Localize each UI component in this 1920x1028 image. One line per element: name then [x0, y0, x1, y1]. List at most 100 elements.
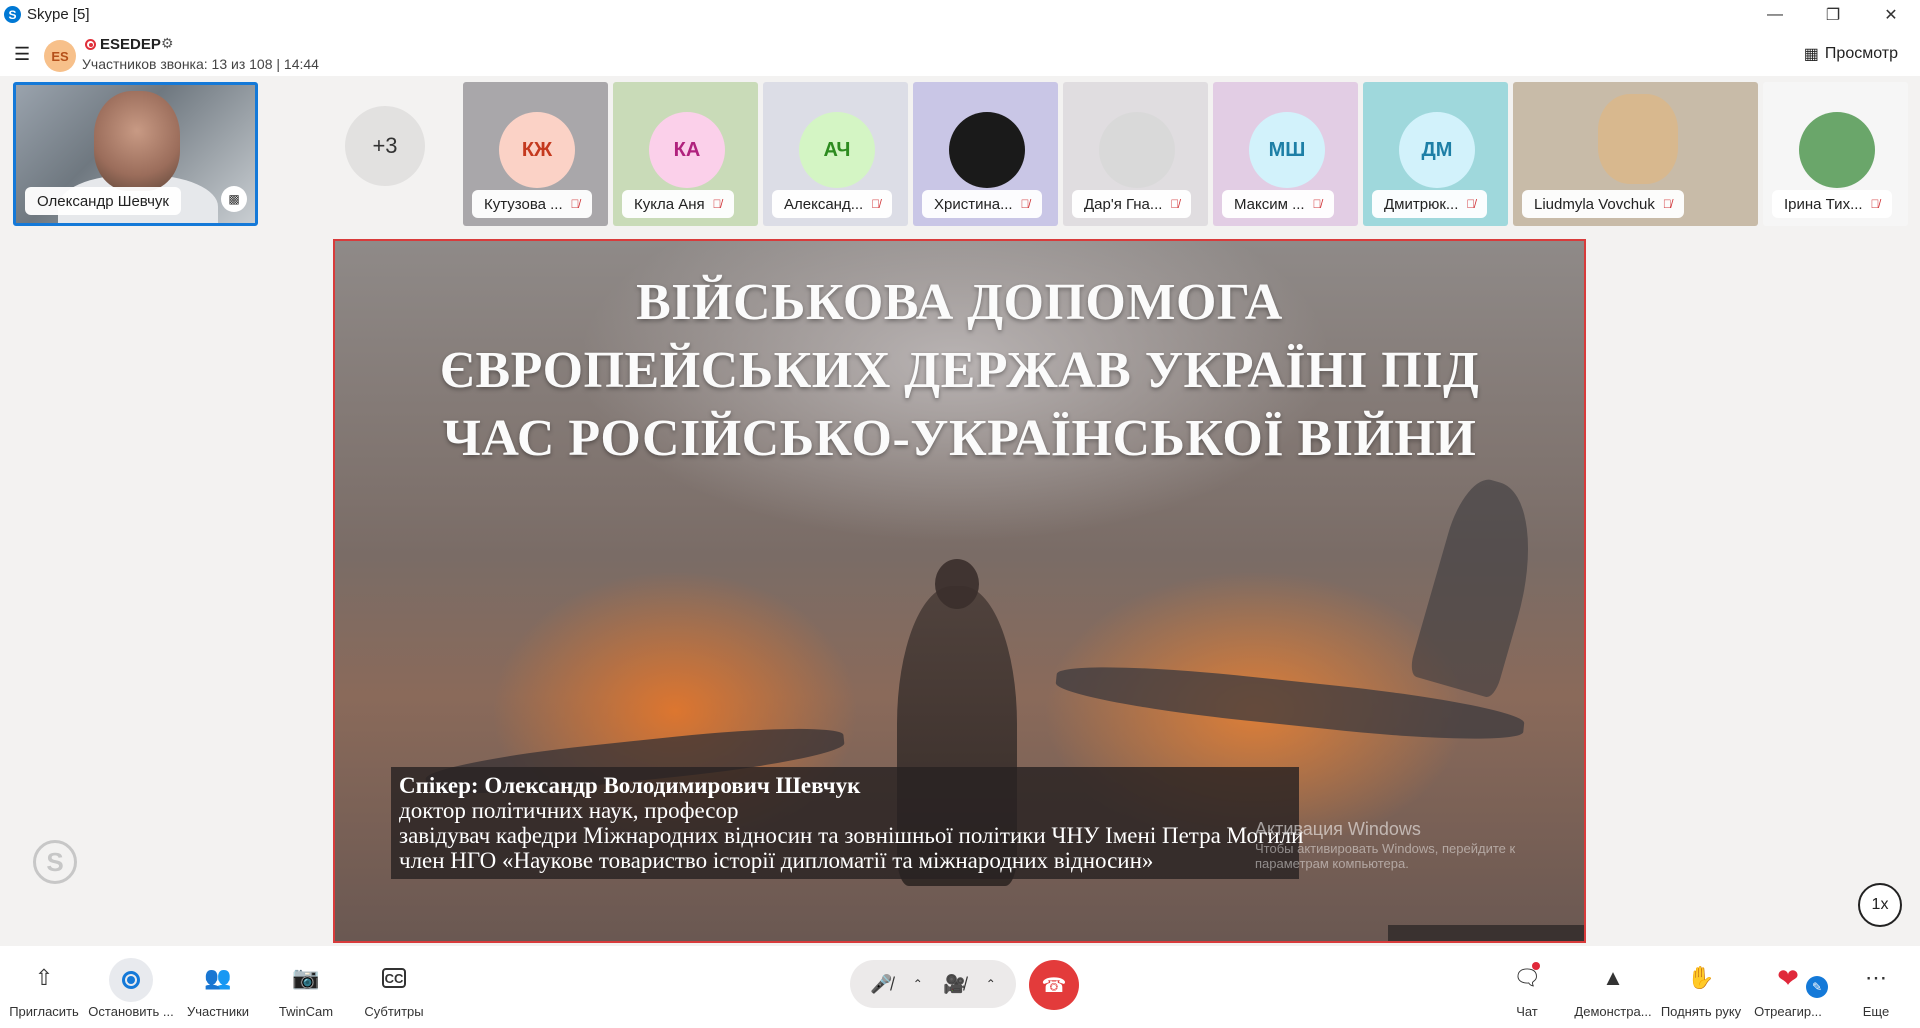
participant-avatar: КЖ — [499, 112, 575, 188]
microphone-muted-icon: 🎙̸ — [1662, 197, 1672, 211]
twincam-icon: 📷 — [292, 965, 320, 990]
participant-avatar — [1799, 112, 1875, 188]
participant-name: Кутузова ... — [484, 195, 563, 213]
microphone-muted-icon: 🎙̸ — [570, 197, 580, 211]
twincam-button[interactable]: 📷 TwinCam — [260, 958, 352, 1019]
more-button[interactable]: ⋯ Еще — [1830, 958, 1920, 1019]
chat-icon: 🗨 — [1513, 965, 1541, 990]
microphone-muted-icon: 🎙̸ — [1170, 197, 1180, 211]
participant-tile[interactable]: Христина... 🎙̸ — [913, 82, 1058, 226]
participants-icon: 👥 — [204, 965, 232, 990]
participant-avatar — [949, 112, 1025, 188]
participant-avatar — [1598, 94, 1678, 184]
participant-name-label: Дар'я Гна... 🎙̸ — [1072, 190, 1192, 218]
self-video-face — [94, 91, 180, 191]
slide-image-plane-tail — [1407, 472, 1553, 700]
participant-strip: Олександр Шевчук ▩ +3 КЖ Кутузова ... 🎙̸ КА… — [0, 76, 1920, 238]
hang-up-icon: ☎ — [1041, 974, 1067, 997]
slide-title-line: ВІЙСЬКОВА ДОПОМОГА — [636, 274, 1283, 331]
restore-button[interactable]: ❐ — [1804, 0, 1862, 29]
skype-app-icon: S — [4, 6, 21, 23]
more-participants-button[interactable]: +3 — [345, 106, 425, 186]
microphone-muted-icon: 🎙̸ — [712, 197, 722, 211]
captions-icon: CC — [382, 968, 406, 988]
call-toolbar: ⇧ Пригласить Остановить ... 👥 Участники … — [0, 946, 1920, 1028]
twincam-label: TwinCam — [278, 1004, 334, 1019]
close-button[interactable]: ✕ — [1862, 0, 1920, 29]
call-participants-info: Участников звонка: 13 из 108 | 14:44 — [82, 56, 319, 72]
participant-avatar — [1099, 112, 1175, 188]
chevron-up-icon[interactable]: ⌃ — [986, 977, 996, 991]
playback-speed-badge[interactable]: 1x — [1858, 883, 1902, 927]
invite-button[interactable]: ⇧ Пригласить — [0, 958, 90, 1019]
microphone-muted-icon[interactable]: 🎤̸ — [870, 974, 892, 995]
participant-name: Христина... — [934, 195, 1013, 213]
minimize-button[interactable]: — — [1746, 0, 1804, 29]
microphone-muted-icon: 🎙̸ — [1020, 197, 1030, 211]
present-icon: ▲ — [1602, 965, 1624, 990]
speaker-info-box: Спікер: Олександр Володимирович Шевчук д… — [391, 767, 1304, 879]
gear-icon[interactable]: ⚙ — [161, 35, 174, 52]
participant-name: Максим ... — [1234, 195, 1305, 213]
call-avatar[interactable]: ES — [44, 40, 76, 72]
participant-tile[interactable]: АЧ Александ... 🎙̸ — [763, 82, 908, 226]
windows-activation-sub: Чтобы активировать Windows, перейдите к … — [1255, 841, 1516, 871]
call-header: ☰ ES ESEDEP ⚙ Участников звонка: 13 из 1… — [0, 29, 1920, 76]
present-button[interactable]: ▲ Демонстра... — [1567, 958, 1659, 1019]
participant-name: Александ... — [784, 195, 864, 213]
participant-name-label: Христина... 🎙̸ — [922, 190, 1042, 218]
participant-name-label: Кукла Аня 🎙̸ — [622, 190, 734, 218]
chevron-up-icon[interactable]: ⌃ — [913, 977, 923, 991]
participants-label: Участники — [186, 1004, 250, 1019]
microphone-muted-icon: 🎙̸ — [1312, 197, 1322, 211]
hamburger-menu-icon[interactable]: ☰ — [14, 44, 30, 65]
participant-name-label: Ірина Тих... 🎙̸ — [1772, 190, 1892, 218]
raise-hand-label: Поднять руку — [1660, 1004, 1742, 1019]
captions-button[interactable]: CC Субтитры — [348, 958, 440, 1019]
present-label: Демонстра... — [1574, 1004, 1652, 1019]
speaker-degree: доктор політичних наук, професор — [399, 798, 739, 823]
participant-tile[interactable]: КЖ Кутузова ... 🎙̸ — [463, 82, 608, 226]
participant-name: Дар'я Гна... — [1084, 195, 1163, 213]
raise-hand-button[interactable]: ✋ Поднять руку — [1655, 958, 1747, 1019]
chat-button[interactable]: 🗨 Чат — [1481, 958, 1573, 1019]
skype-logo-icon: S — [33, 840, 77, 884]
speaker-membership: член НГО «Наукове товариство історії дип… — [399, 848, 1154, 873]
view-button[interactable]: ▦ Просмотр — [1804, 44, 1898, 64]
microphone-muted-icon: 🎙̸ — [1466, 197, 1476, 211]
share-icon: ⇧ — [34, 965, 54, 990]
windows-activation-title: Активация Windows — [1255, 819, 1421, 839]
media-controls: 🎤̸ ⌃ 🎥̸ ⌃ — [850, 960, 1016, 1008]
participant-tile[interactable]: Ірина Тих... 🎙̸ — [1763, 82, 1908, 226]
self-name-label: Олександр Шевчук — [25, 187, 181, 215]
speaker-name: Спікер: Олександр Володимирович Шевчук — [399, 773, 861, 798]
slide-image-soldier-head — [935, 559, 979, 609]
screen-share-icon[interactable]: ▩ — [221, 186, 247, 212]
participant-tile[interactable]: Дар'я Гна... 🎙̸ — [1063, 82, 1208, 226]
participant-avatar: ДМ — [1399, 112, 1475, 188]
speaker-position: завідувач кафедри Міжнародних відносин т… — [399, 823, 1304, 848]
participant-tile[interactable]: ДМ Дмитрюк... 🎙̸ — [1363, 82, 1508, 226]
self-name: Олександр Шевчук — [37, 192, 169, 210]
microphone-muted-icon: 🎙̸ — [1870, 197, 1880, 211]
slide-title-line: ЧАС РОСІЙСЬКО-УКРАЇНСЬКОЇ ВІЙНИ — [442, 410, 1477, 467]
participant-name: Liudmyla Vovchuk — [1534, 195, 1655, 213]
participant-name-label: Александ... 🎙̸ — [772, 190, 893, 218]
shared-screen[interactable]: ВІЙСЬКОВА ДОПОМОГА ЄВРОПЕЙСЬКИХ ДЕРЖАВ У… — [333, 239, 1586, 943]
view-button-label: Просмотр — [1824, 45, 1898, 62]
camera-off-icon[interactable]: 🎥̸ — [943, 974, 965, 995]
hang-up-button[interactable]: ☎ — [1029, 960, 1079, 1010]
participant-avatar: МШ — [1249, 112, 1325, 188]
pen-icon[interactable]: ✎ — [1806, 976, 1828, 998]
stop-recording-button[interactable]: Остановить ... — [85, 958, 177, 1019]
participant-name: Ірина Тих... — [1784, 195, 1863, 213]
self-video-tile[interactable]: Олександр Шевчук ▩ — [13, 82, 258, 226]
participants-button[interactable]: 👥 Участники — [172, 958, 264, 1019]
participant-name-label: Дмитрюк... 🎙̸ — [1372, 190, 1488, 218]
participant-tile[interactable]: Liudmyla Vovchuk 🎙̸ — [1513, 82, 1758, 226]
more-icon: ⋯ — [1865, 965, 1887, 990]
call-name: ESEDEP — [100, 36, 161, 53]
participant-tile[interactable]: КА Кукла Аня 🎙̸ — [613, 82, 758, 226]
participant-tile[interactable]: МШ Максим ... 🎙̸ — [1213, 82, 1358, 226]
slide-title: ВІЙСЬКОВА ДОПОМОГА ЄВРОПЕЙСЬКИХ ДЕРЖАВ У… — [335, 269, 1584, 473]
